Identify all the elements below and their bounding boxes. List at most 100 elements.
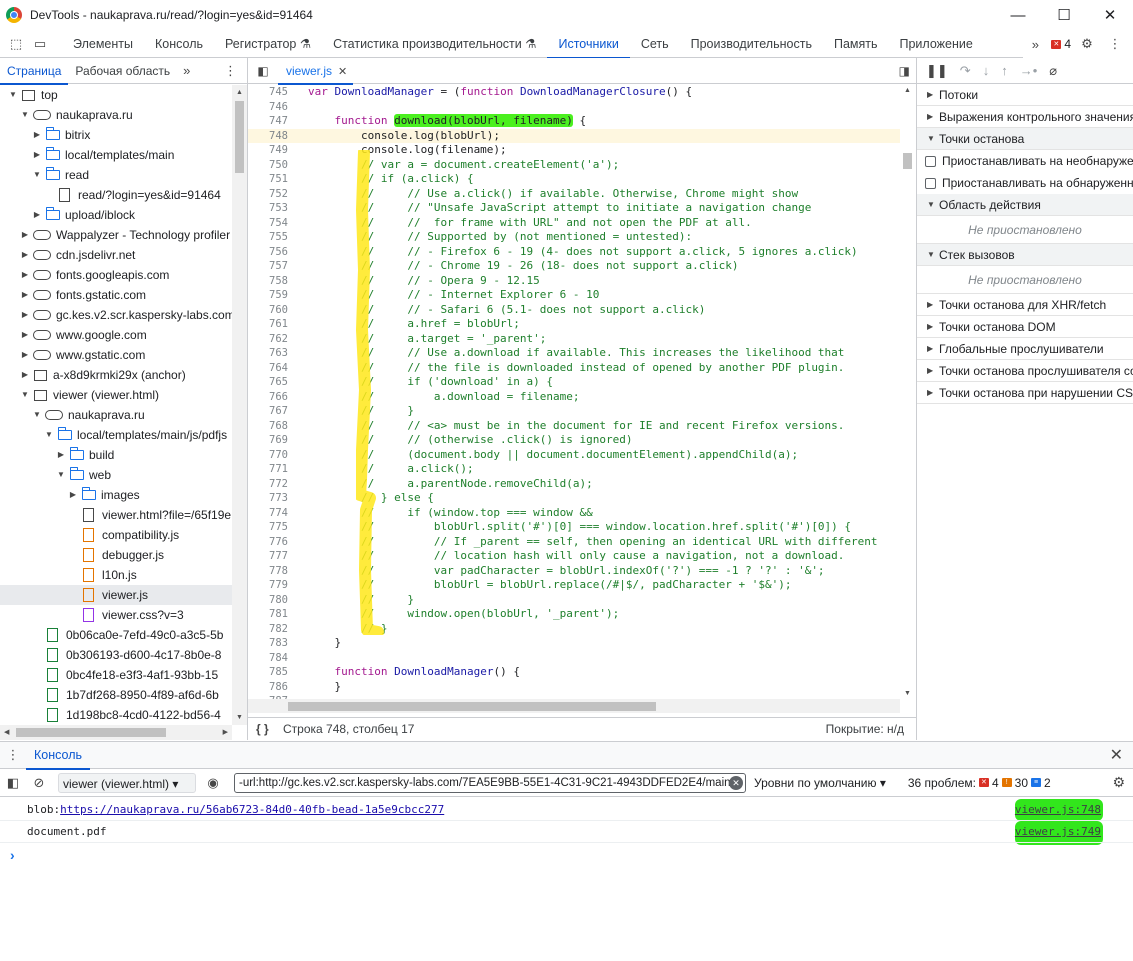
code-line[interactable]: 773 // } else { bbox=[248, 491, 900, 506]
issues-counter[interactable]: 36 проблем: ✕ 4 ! 30 ≡ 2 bbox=[908, 776, 1051, 790]
code-line[interactable]: 784 bbox=[248, 651, 900, 666]
tab-page[interactable]: Страница bbox=[0, 58, 69, 85]
expand-arrow-icon[interactable]: ▼ bbox=[32, 405, 42, 425]
expand-arrow-icon[interactable]: ▼ bbox=[20, 385, 30, 405]
code-line[interactable]: 771 // a.click(); bbox=[248, 462, 900, 477]
tree-item[interactable]: ▼ web bbox=[0, 465, 232, 485]
scroll-up-icon[interactable]: ▲ bbox=[236, 89, 243, 96]
tree-item[interactable]: ▶ fonts.googleapis.com bbox=[0, 265, 232, 285]
line-number[interactable]: 775 bbox=[248, 520, 288, 535]
tree-item[interactable]: viewer.html?file=/65f19e bbox=[0, 505, 232, 525]
clear-console-icon[interactable]: ⊘ bbox=[26, 775, 52, 791]
line-number[interactable]: 768 bbox=[248, 419, 288, 434]
code-line[interactable]: 769 // // (otherwise .click() is ignored… bbox=[248, 433, 900, 448]
scrollbar-thumb[interactable] bbox=[903, 153, 912, 169]
code-line[interactable]: 749 console.log(filename); bbox=[248, 143, 900, 158]
close-window-icon[interactable]: ✕ bbox=[1087, 0, 1133, 30]
debugger-section-header[interactable]: ▶ Точки останова DOM bbox=[917, 316, 1133, 338]
code-line[interactable]: 750 // var a = document.createElement('a… bbox=[248, 158, 900, 173]
line-number[interactable]: 770 bbox=[248, 448, 288, 463]
code-line[interactable]: 760 // // - Safari 6 (5.1- does not supp… bbox=[248, 303, 900, 318]
navigator-vertical-scrollbar[interactable]: ▲ ▼ bbox=[232, 85, 247, 725]
step-icon[interactable]: →• bbox=[1020, 63, 1038, 78]
line-number[interactable]: 764 bbox=[248, 361, 288, 376]
expand-arrow-icon[interactable]: ▶ bbox=[20, 245, 30, 265]
scroll-up-icon[interactable]: ▲ bbox=[904, 87, 911, 94]
expand-arrow-icon[interactable]: ▶ bbox=[20, 365, 30, 385]
code-line[interactable]: 751 // if (a.click) { bbox=[248, 172, 900, 187]
line-number[interactable]: 774 bbox=[248, 506, 288, 521]
code-line[interactable]: 779 // blobUrl = blobUrl.replace(/#|$/, … bbox=[248, 578, 900, 593]
tree-item[interactable]: ▶ www.google.com bbox=[0, 325, 232, 345]
line-number[interactable]: 766 bbox=[248, 390, 288, 405]
tree-item[interactable]: ▼ naukaprava.ru bbox=[0, 405, 232, 425]
tree-item[interactable]: l10n.js bbox=[0, 565, 232, 585]
tab-console-drawer[interactable]: Консоль bbox=[26, 742, 91, 770]
line-number[interactable]: 747 bbox=[248, 114, 288, 129]
main-tab[interactable]: Статистика производительности ⚗ bbox=[322, 30, 547, 58]
tree-item[interactable]: viewer.css?v=3 bbox=[0, 605, 232, 625]
line-number[interactable]: 773 bbox=[248, 491, 288, 506]
tree-item[interactable]: ▶ fonts.gstatic.com bbox=[0, 285, 232, 305]
editor-file-tab[interactable]: viewer.js ✕ bbox=[278, 58, 354, 85]
expand-arrow-icon[interactable]: ▶ bbox=[56, 445, 66, 465]
tree-item[interactable]: read/?login=yes&id=91464 bbox=[0, 185, 232, 205]
expand-arrow-icon[interactable]: ▶ bbox=[20, 325, 30, 345]
code-line[interactable]: 762 // a.target = '_parent'; bbox=[248, 332, 900, 347]
line-number[interactable]: 757 bbox=[248, 259, 288, 274]
scroll-down-icon[interactable]: ▼ bbox=[904, 690, 911, 697]
tree-item[interactable]: ▶ Wappalyzer - Technology profiler bbox=[0, 225, 232, 245]
line-number[interactable]: 761 bbox=[248, 317, 288, 332]
tree-item[interactable]: ▶ www.gstatic.com bbox=[0, 345, 232, 365]
code-line[interactable]: 765 // if ('download' in a) { bbox=[248, 375, 900, 390]
code-line[interactable]: 753 // // "Unsafe JavaScript attempt to … bbox=[248, 201, 900, 216]
main-tab[interactable]: Память bbox=[823, 30, 889, 58]
line-number[interactable]: 767 bbox=[248, 404, 288, 419]
line-number[interactable]: 783 bbox=[248, 636, 288, 651]
debugger-section-header[interactable]: ▶ Выражения контрольного значения bbox=[917, 106, 1133, 128]
code-line[interactable]: 756 // // - Firefox 6 - 19 (4- does not … bbox=[248, 245, 900, 260]
console-prompt-icon[interactable]: › bbox=[10, 847, 15, 863]
scrollbar-thumb[interactable] bbox=[288, 702, 656, 711]
line-number[interactable]: 769 bbox=[248, 433, 288, 448]
more-navigators-icon[interactable]: » bbox=[177, 63, 196, 78]
checkbox-box[interactable] bbox=[925, 177, 936, 189]
pause-resume-icon[interactable]: ❚❚ bbox=[926, 63, 948, 79]
more-tabs-icon[interactable]: » bbox=[1023, 32, 1047, 56]
tree-item[interactable]: 0bc4fe18-e3f3-4af1-93bb-15 bbox=[0, 665, 232, 685]
code-line[interactable]: 757 // // - Chrome 19 - 26 (18- does not… bbox=[248, 259, 900, 274]
tree-item[interactable]: compatibility.js bbox=[0, 525, 232, 545]
main-tab[interactable]: Приложение bbox=[889, 30, 984, 58]
code-line[interactable]: 777 // // location hash will only cause … bbox=[248, 549, 900, 564]
code-line[interactable]: 768 // // <a> must be in the document fo… bbox=[248, 419, 900, 434]
line-number[interactable]: 786 bbox=[248, 680, 288, 695]
main-tab[interactable]: Элементы bbox=[62, 30, 144, 58]
line-number[interactable]: 751 bbox=[248, 172, 288, 187]
tree-item[interactable]: ▶ build bbox=[0, 445, 232, 465]
line-number[interactable]: 758 bbox=[248, 274, 288, 289]
console-settings-gear-icon[interactable]: ⚙ bbox=[1112, 774, 1125, 791]
tree-item[interactable]: ▼ local/templates/main/js/pdfjs bbox=[0, 425, 232, 445]
tree-item[interactable]: ▶ cdn.jsdelivr.net bbox=[0, 245, 232, 265]
line-number[interactable]: 760 bbox=[248, 303, 288, 318]
scrollbar-thumb[interactable] bbox=[16, 728, 166, 737]
live-expression-eye-icon[interactable]: ◉ bbox=[200, 775, 226, 791]
code-line[interactable]: 770 // (document.body || document.docume… bbox=[248, 448, 900, 463]
step-out-icon[interactable]: ↑ bbox=[1001, 63, 1008, 78]
pause-on-exception-checkbox[interactable]: Приостанавливать на обнаруженных исключе… bbox=[917, 172, 1133, 194]
source-link[interactable]: viewer.js:748 bbox=[1015, 803, 1101, 816]
main-tab[interactable]: Сеть bbox=[630, 30, 680, 58]
code-line[interactable]: 781 // window.open(blobUrl, '_parent'); bbox=[248, 607, 900, 622]
line-number[interactable]: 748 bbox=[248, 129, 288, 144]
debugger-section-header[interactable]: ▶ Точки останова прослушивателя событий bbox=[917, 360, 1133, 382]
code-line[interactable]: 772 // a.parentNode.removeChild(a); bbox=[248, 477, 900, 492]
toggle-navigator-icon[interactable]: ◧ bbox=[248, 58, 278, 84]
line-number[interactable]: 746 bbox=[248, 100, 288, 115]
debugger-section-header[interactable]: ▼ Область действия bbox=[917, 194, 1133, 216]
code-line[interactable]: 783 } bbox=[248, 636, 900, 651]
editor-vertical-scrollbar[interactable]: ▲ ▼ bbox=[900, 85, 915, 699]
settings-gear-icon[interactable]: ⚙ bbox=[1075, 32, 1099, 56]
line-number[interactable]: 763 bbox=[248, 346, 288, 361]
tree-item[interactable]: viewer.js bbox=[0, 585, 232, 605]
code-line[interactable]: 764 // // the file is downloaded instead… bbox=[248, 361, 900, 376]
